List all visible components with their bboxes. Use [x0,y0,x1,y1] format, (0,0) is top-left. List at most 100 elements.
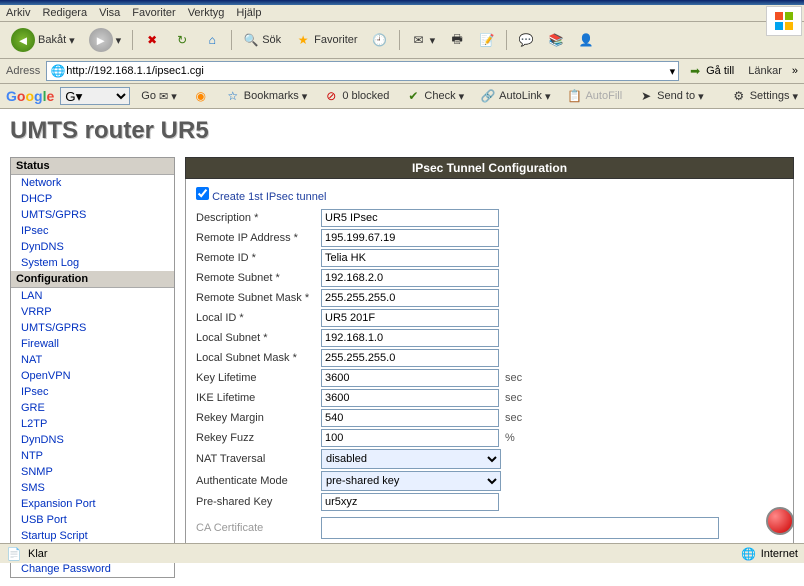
check-icon: ✔ [405,88,421,104]
lbl-rekey-fuzz: Rekey Fuzz [196,432,321,444]
edit-button[interactable]: 📝 [474,29,500,51]
google-autofill-button[interactable]: 📋AutoFill [561,86,627,106]
sidebar-item-openvpn[interactable]: OpenVPN [11,368,174,384]
messenger-button[interactable]: 👤 [573,29,599,51]
sidebar-head-configuration: Configuration [11,271,174,288]
sidebar-item-umts-gprs[interactable]: UMTS/GPRS [11,207,174,223]
rss-icon: ◉ [193,88,209,104]
discuss-button[interactable]: 💬 [513,29,539,51]
star-icon: ★ [295,32,311,48]
sidebar-item-sms[interactable]: SMS [11,480,174,496]
menu-hjalp[interactable]: Hjälp [236,7,261,19]
sidebar-item-lan[interactable]: LAN [11,288,174,304]
sidebar-item-gre[interactable]: GRE [11,400,174,416]
input-remote-subnet[interactable] [321,269,499,287]
stop-button[interactable]: ✖ [139,29,165,51]
back-button[interactable]: ◄ Bakåt ▾ [6,25,80,55]
input-psk[interactable] [321,493,499,511]
sidebar-item-snmp[interactable]: SNMP [11,464,174,480]
create-tunnel-label: Create 1st IPsec tunnel [212,191,326,203]
history-button[interactable]: 🕘 [367,29,393,51]
lbl-local-id: Local ID * [196,312,321,324]
sidebar-item-l2tp[interactable]: L2TP [11,416,174,432]
windows-logo-icon [766,6,802,36]
menu-favoriter[interactable]: Favoriter [132,7,175,19]
sidebar-item-change-password[interactable]: Change Password [11,561,174,577]
input-local-id[interactable] [321,309,499,327]
page-title: UMTS router UR5 [10,117,794,145]
refresh-button[interactable]: ↻ [169,29,195,51]
select-nat-traversal[interactable]: disabled [321,449,501,469]
page-icon: 📄 [6,546,22,562]
unit-sec: sec [505,392,522,404]
block-icon: ⊘ [323,88,339,104]
sidebar-item-usb-port[interactable]: USB Port [11,512,174,528]
input-rekey-margin[interactable] [321,409,499,427]
google-toolbar: Google G▾ Go ✉ ▾ ◉ ☆Bookmarks▾ ⊘0 blocke… [0,84,804,109]
lbl-remote-id: Remote ID * [196,252,321,264]
menu-arkiv[interactable]: Arkiv [6,7,30,19]
print-button[interactable]: 🖶 [444,29,470,51]
menu-verktyg[interactable]: Verktyg [188,7,225,19]
sidebar-item-dyndns[interactable]: DynDNS [11,239,174,255]
lbl-local-mask: Local Subnet Mask * [196,352,321,364]
textarea-ca-cert[interactable] [321,517,719,539]
google-bookmarks-button[interactable]: ☆Bookmarks▾ [220,86,313,106]
input-local-mask[interactable] [321,349,499,367]
google-search-select[interactable]: G▾ [60,87,130,105]
sidebar-item-expansion-port[interactable]: Expansion Port [11,496,174,512]
input-local-subnet[interactable] [321,329,499,347]
forward-button[interactable]: ► ▾ [84,25,127,55]
google-sendto-button[interactable]: ➤Send to▾ [633,86,708,106]
favorites-button[interactable]: ★Favoriter [290,29,362,51]
input-remote-ip[interactable] [321,229,499,247]
status-bar: 📄 Klar 🌐 Internet [0,543,804,563]
sidebar-item-dhcp[interactable]: DHCP [11,191,174,207]
links-button[interactable]: Länkar [742,63,788,79]
sidebar-item-ntp[interactable]: NTP [11,448,174,464]
create-tunnel-checkbox[interactable] [196,187,209,200]
sidebar-item-startup-script[interactable]: Startup Script [11,528,174,544]
search-button[interactable]: 🔍Sök [238,29,286,51]
browser-menubar[interactable]: Arkiv Redigera Visa Favoriter Verktyg Hj… [0,5,804,22]
unit-percent: % [505,432,515,444]
google-check-button[interactable]: ✔Check▾ [400,86,469,106]
chevron-down-icon[interactable]: ▾ [670,65,676,78]
input-remote-id[interactable] [321,249,499,267]
sidebar-item-ipsec[interactable]: IPsec [11,223,174,239]
sidebar-item-firewall[interactable]: Firewall [11,336,174,352]
select-auth-mode[interactable]: pre-shared key [321,471,501,491]
sidebar-item-network[interactable]: Network [11,175,174,191]
url-input[interactable] [66,65,669,77]
sidebar-item-vrrp[interactable]: VRRP [11,304,174,320]
go-button[interactable]: ➡ Gå till [683,61,738,81]
sidebar-item-dyndns-cfg[interactable]: DynDNS [11,432,174,448]
google-rss-button[interactable]: ◉ [188,86,214,106]
home-button[interactable]: ⌂ [199,29,225,51]
input-rekey-fuzz[interactable] [321,429,499,447]
go-icon: ➡ [687,63,703,79]
mail-button[interactable]: ✉▾ [406,29,441,51]
input-description[interactable] [321,209,499,227]
google-autolink-button[interactable]: 🔗AutoLink▾ [475,86,555,106]
sidebar-item-nat[interactable]: NAT [11,352,174,368]
stop-icon: ✖ [144,32,160,48]
input-key-lifetime[interactable] [321,369,499,387]
chevron-down-icon: ▾ [116,34,122,47]
autofill-icon: 📋 [566,88,582,104]
search-icon: 🔍 [243,32,259,48]
google-blocked-button[interactable]: ⊘0 blocked [318,86,394,106]
address-bar: Adress 🌐 ▾ ➡ Gå till Länkar » [0,59,804,84]
google-go-button[interactable]: Go ✉ ▾ [136,88,181,105]
sidebar-item-systemlog[interactable]: System Log [11,255,174,271]
google-settings-button[interactable]: ⚙Settings▾ [731,88,798,104]
discuss-icon: 💬 [518,32,534,48]
url-box[interactable]: 🌐 ▾ [46,61,679,81]
sidebar-item-ipsec-cfg[interactable]: IPsec [11,384,174,400]
input-ike-lifetime[interactable] [321,389,499,407]
research-button[interactable]: 📚 [543,29,569,51]
input-remote-mask[interactable] [321,289,499,307]
menu-visa[interactable]: Visa [99,7,120,19]
sidebar-item-umts-gprs-cfg[interactable]: UMTS/GPRS [11,320,174,336]
menu-redigera[interactable]: Redigera [42,7,87,19]
